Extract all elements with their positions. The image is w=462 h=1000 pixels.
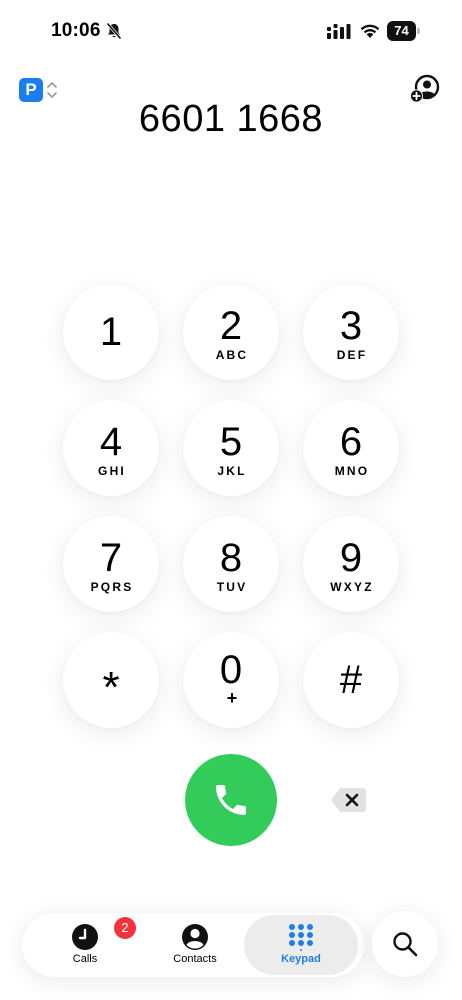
key-letters: WXYZ [330,580,374,594]
key-digit: 7 [99,536,123,580]
battery-tip [417,28,420,34]
wifi-icon [360,24,380,38]
key-letters: MNO [334,464,370,478]
battery-icon: 74 [387,21,421,41]
search-button[interactable] [372,911,438,977]
key-digit: * [102,663,120,712]
key-letters: DEF [336,348,368,362]
key-8[interactable]: 8 TUV [183,516,279,612]
delete-icon[interactable] [330,786,368,814]
key-digit: 1 [99,310,123,354]
key-letters: GHI [98,464,126,478]
cellular-signal-icon [327,24,351,39]
key-digit: 6 [339,420,363,464]
dialed-number: 6601 1668 [138,98,324,140]
key-6[interactable]: 6 MNO [303,400,399,496]
call-button[interactable] [185,754,277,846]
key-digit: 2 [219,304,243,348]
key-digit: 3 [339,304,363,348]
key-1[interactable]: 1 [63,284,159,380]
tab-label: Calls [72,953,98,965]
tab-label: Contacts [173,953,217,965]
bell-slash-icon [106,22,122,40]
status-time: 10:06 [51,20,101,41]
tab-calls[interactable]: 2 Calls [42,913,136,977]
phone-icon [216,785,246,815]
key-2[interactable]: 2 ABC [183,284,279,380]
calls-badge: 2 [114,917,136,939]
key-digit: 4 [99,420,123,464]
key-3[interactable]: 3 DEF [303,284,399,380]
key-digit: 9 [339,536,363,580]
key-0[interactable]: 0 + [183,632,279,728]
clock-icon [72,924,98,950]
key-5[interactable]: 5 JKL [183,400,279,496]
key-7[interactable]: 7 PQRS [63,516,159,612]
key-digit: 8 [219,536,243,580]
key-4[interactable]: 4 GHI [63,400,159,496]
magnifier-icon [393,932,418,957]
tab-bar: 2 Calls Contacts Keypad [22,913,364,977]
key-hash[interactable]: # [303,632,399,728]
tab-keypad[interactable]: Keypad [244,913,358,977]
battery-level: 74 [387,21,416,41]
tab-contacts[interactable]: Contacts [150,913,240,977]
keypad-grid-icon [289,924,313,951]
key-letters: ABC [215,348,249,362]
person-circle-icon [182,924,208,950]
key-letters: PQRS [90,580,134,594]
status-bar: 10:06 74 [0,0,462,60]
key-letters: JKL [217,464,247,478]
key-letters: + [226,688,238,708]
key-letters: TUV [216,580,248,594]
tab-label: Keypad [281,953,321,965]
key-digit: 5 [219,420,243,464]
key-9[interactable]: 9 WXYZ [303,516,399,612]
key-star[interactable]: * [63,632,159,728]
key-digit: 0 [219,648,243,692]
key-digit: # [339,658,363,702]
